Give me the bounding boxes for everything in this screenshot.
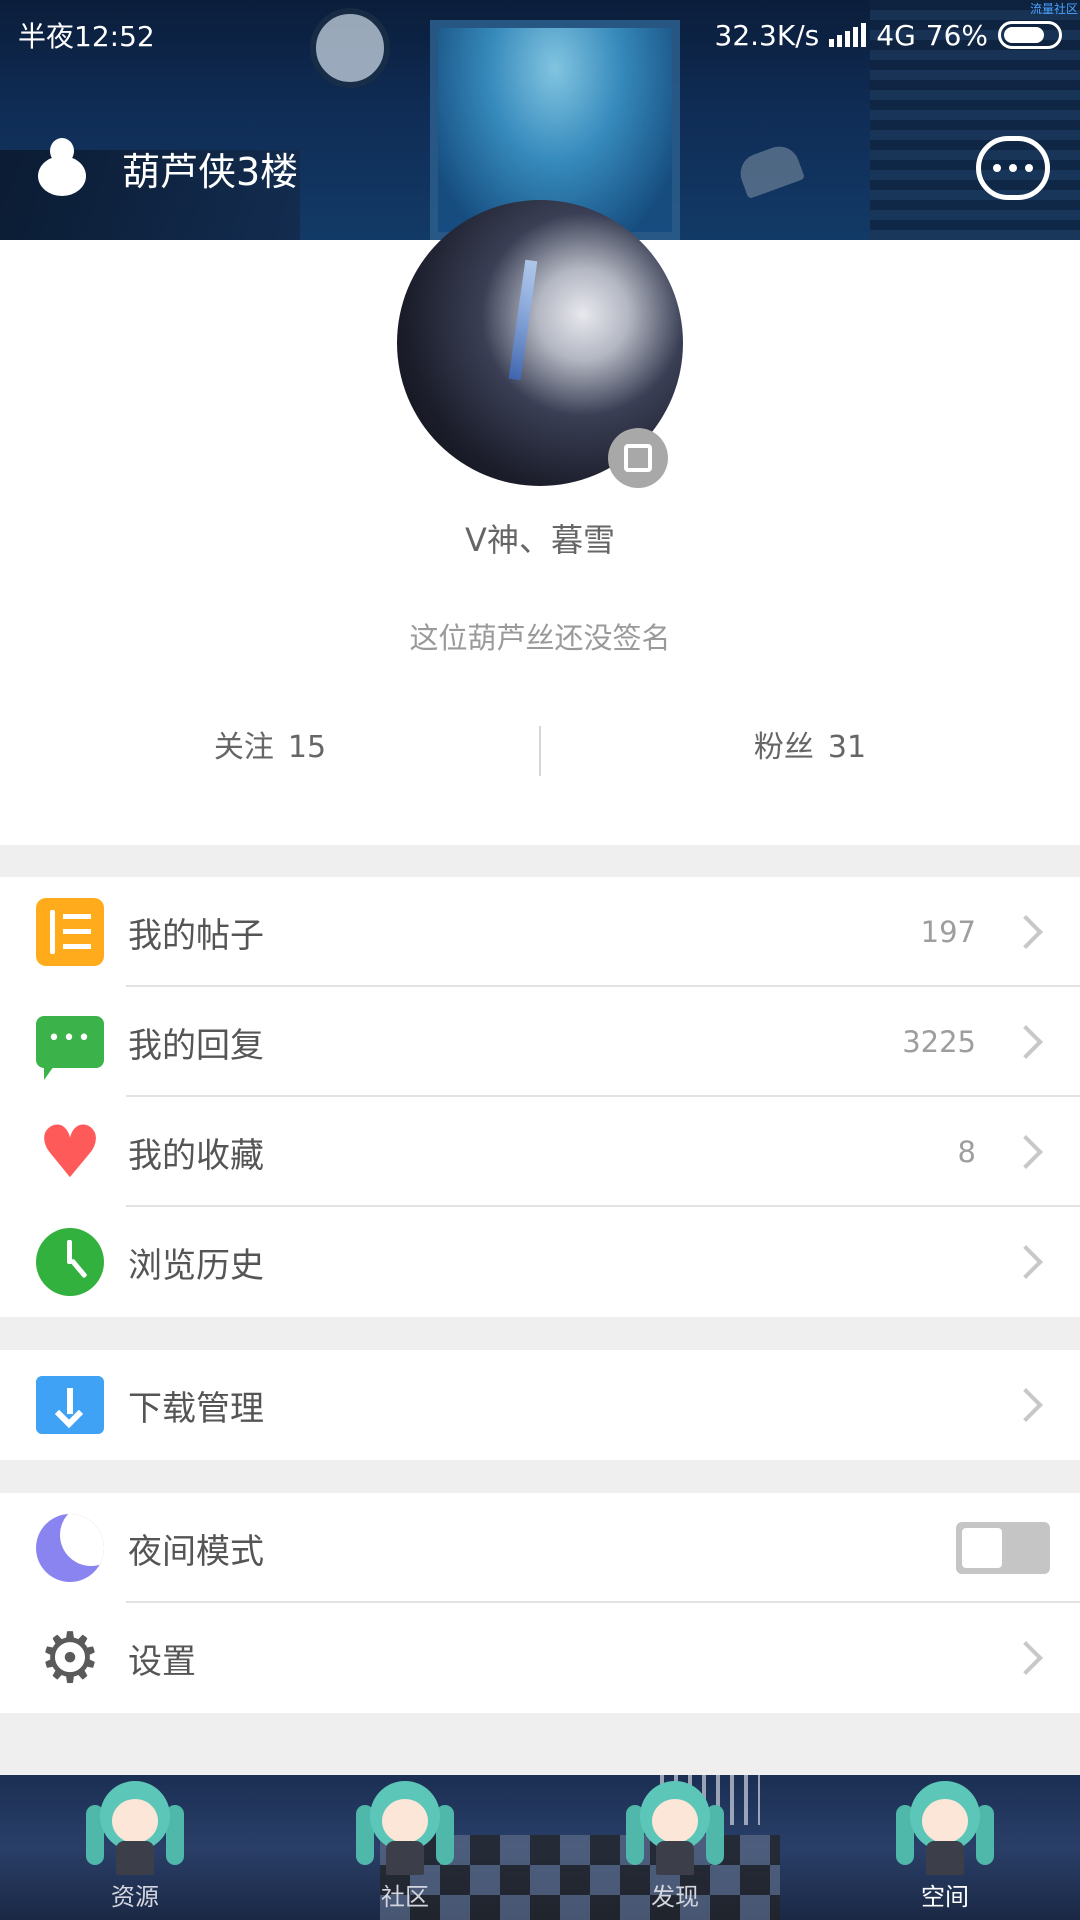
tab-community[interactable]: 社区 [270,1775,540,1920]
posts-icon [36,898,104,966]
menu-item-my-favorites[interactable]: ♥ 我的收藏 8 [0,1097,1080,1207]
tab-space[interactable]: 空间 [810,1775,1080,1920]
title-bar: 葫芦侠3楼 [0,128,1080,208]
chevron-right-icon [1009,1025,1043,1059]
following-label: 关注 [213,730,274,765]
menu-label: 我的帖子 [128,915,264,956]
menu-label: 我的收藏 [128,1135,264,1176]
section-gap [0,1317,1080,1350]
tab-discover[interactable]: 发现 [540,1775,810,1920]
menu-item-downloads[interactable]: 下载管理 [0,1350,1080,1460]
miku-chibi-icon [626,1775,724,1875]
network-type: 4G [876,18,916,52]
menu-label: 我的回复 [128,1025,264,1066]
chevron-right-icon [1009,1245,1043,1279]
signal-icon [829,23,867,47]
tab-label: 社区 [381,1883,429,1911]
chevron-right-icon [1009,1135,1043,1169]
section-gap [0,845,1080,877]
miku-chibi-icon [86,1775,184,1875]
battery-icon [998,21,1062,49]
menu-label: 下载管理 [128,1388,264,1429]
heart-icon: ♥ [37,1110,103,1194]
download-folder-icon [36,1376,104,1434]
reply-icon [36,1016,104,1080]
miku-chibi-icon [356,1775,454,1875]
user-signature[interactable]: 这位葫芦丝还没签名 [0,615,1080,657]
miku-chibi-icon [896,1775,994,1875]
clock-icon [36,1228,104,1296]
tab-label: 空间 [921,1883,969,1911]
moon-icon [36,1514,104,1582]
follow-stats: 关注 15 粉丝 31 [0,718,1080,778]
edit-icon [624,444,652,472]
menu-label: 夜间模式 [128,1531,264,1572]
menu-item-my-posts[interactable]: 我的帖子 197 [0,877,1080,987]
chevron-right-icon [1009,1388,1043,1422]
status-time: 半夜12:52 [18,20,155,53]
tab-resources[interactable]: 资源 [0,1775,270,1920]
toggle-knob [962,1528,1002,1568]
menu-count: 8 [957,1135,976,1169]
followers-count: 31 [827,730,867,765]
tab-label: 资源 [111,1883,159,1911]
bottom-navigation: 资源 社区 发现 空间 [0,1775,1080,1920]
menu-group-activity: 我的帖子 197 我的回复 3225 ♥ 我的收藏 8 浏览历史 [0,877,1080,1317]
section-gap [0,1460,1080,1493]
chat-bubble-icon [993,164,1001,172]
section-gap [0,1713,1080,1775]
menu-count: 197 [920,915,976,949]
tab-label: 发现 [651,1883,699,1911]
menu-label: 浏览历史 [128,1245,264,1286]
following-stat[interactable]: 关注 15 [0,718,540,778]
menu-item-history[interactable]: 浏览历史 [0,1207,1080,1317]
menu-count: 3225 [902,1025,976,1059]
stats-divider [539,726,541,776]
followers-label: 粉丝 [753,730,814,765]
gourd-icon[interactable] [30,136,94,200]
app-title: 葫芦侠3楼 [122,149,299,194]
menu-label: 设置 [128,1641,196,1682]
network-speed: 32.3K/s [714,18,820,52]
followers-stat[interactable]: 粉丝 31 [540,718,1080,778]
menu-item-night-mode[interactable]: 夜间模式 [0,1493,1080,1603]
message-button[interactable] [976,136,1050,200]
menu-item-settings[interactable]: ⚙ 设置 [0,1603,1080,1713]
following-count: 15 [287,730,327,765]
menu-group-settings: 夜间模式 ⚙ 设置 [0,1493,1080,1713]
status-bar: 半夜12:52 32.3K/s 4G 76% [0,0,1080,70]
chevron-right-icon [1009,1641,1043,1675]
edit-profile-button[interactable] [608,428,668,488]
night-mode-toggle[interactable] [956,1522,1050,1574]
chevron-right-icon [1009,915,1043,949]
battery-percent: 76% [925,18,988,52]
menu-item-my-replies[interactable]: 我的回复 3225 [0,987,1080,1097]
gear-icon: ⚙ [38,1617,102,1699]
menu-group-downloads: 下载管理 [0,1350,1080,1460]
user-nickname: V神、暮雪 [465,521,615,559]
corner-label: 流量社区 [1029,2,1078,16]
